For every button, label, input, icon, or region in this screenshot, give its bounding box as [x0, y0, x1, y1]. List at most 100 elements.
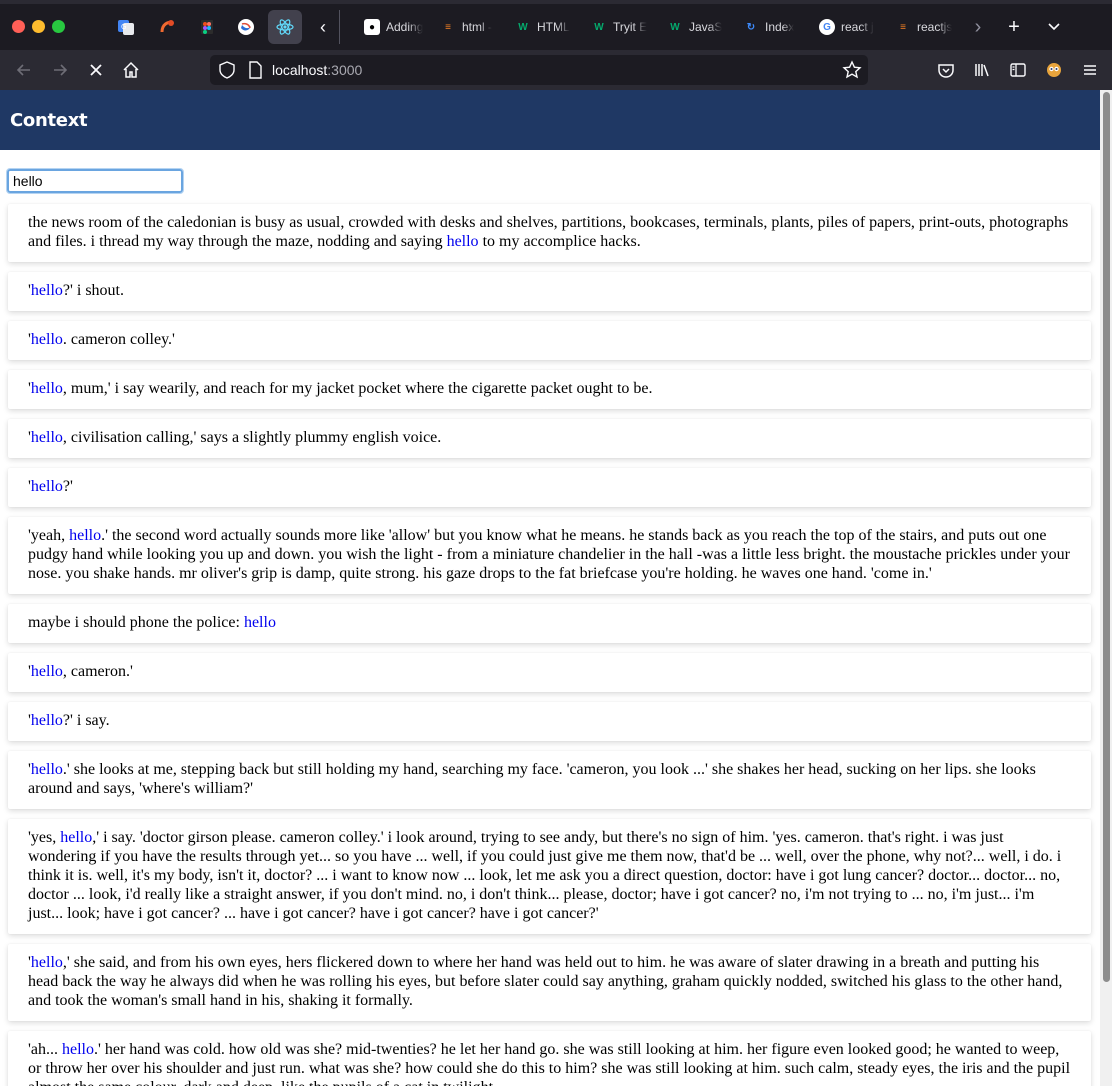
home-button[interactable] — [117, 56, 145, 84]
page-icon[interactable] — [246, 61, 264, 79]
sidebar-button[interactable] — [1004, 56, 1032, 84]
browser-tab-strip: G ‹ ● Adding ≡ html - W HTML W Tryit E W… — [0, 0, 1112, 50]
stackoverflow-icon: ≡ — [900, 21, 906, 33]
url-text[interactable]: localhost:3000 — [272, 62, 362, 78]
tab-label: Tryit E — [613, 20, 648, 34]
library-button[interactable] — [968, 56, 996, 84]
url-host: localhost — [272, 62, 328, 78]
scrollbar-thumb[interactable] — [1103, 92, 1110, 982]
tab-label: html - — [462, 20, 492, 34]
star-icon[interactable] — [842, 60, 862, 80]
tab-label: react j — [841, 20, 874, 34]
forward-button[interactable] — [46, 56, 74, 84]
result-match-highlight: hello — [30, 478, 63, 495]
extension-button[interactable] — [1040, 56, 1068, 84]
chevron-right-icon: › — [974, 15, 982, 38]
home-icon — [123, 61, 139, 78]
plus-icon: + — [1008, 15, 1020, 38]
window-zoom-button[interactable] — [52, 20, 65, 33]
page-viewport: Context the news room of the caledonian … — [0, 90, 1112, 1086]
stackoverflow-icon: ≡ — [445, 21, 451, 33]
result-card: 'ah... hello.' her hand was cold. how ol… — [8, 1031, 1091, 1086]
tab-label: Index — [765, 20, 795, 34]
result-text: .' she looks at me, stepping back but st… — [28, 761, 1036, 797]
pocket-icon — [938, 64, 954, 78]
pocket-button[interactable] — [932, 56, 960, 84]
tab-medium[interactable]: ● Adding — [364, 10, 434, 44]
google-translate-icon: G — [118, 20, 134, 35]
result-match-highlight: hello — [243, 614, 276, 631]
app-menu-button[interactable] — [1076, 56, 1104, 84]
tab-w3schools-tryit[interactable]: W Tryit E — [591, 10, 661, 44]
page-scrollbar[interactable] — [1100, 90, 1112, 1086]
figma-icon — [201, 20, 213, 34]
address-bar[interactable]: localhost:3000 — [210, 55, 868, 85]
chevron-left-icon: ‹ — [320, 16, 326, 37]
svg-text:G: G — [121, 23, 126, 31]
tab-stackoverflow-html[interactable]: ≡ html - — [440, 10, 510, 44]
tab-label: JavaS — [689, 20, 723, 34]
result-card: 'hello, civilisation calling,' says a sl… — [8, 419, 1091, 458]
pinned-tab-figma[interactable] — [190, 10, 224, 44]
browser-toolbar: localhost:3000 — [0, 50, 1112, 90]
result-match-highlight: hello — [61, 1041, 94, 1058]
tab-google-react[interactable]: G react j — [819, 10, 889, 44]
list-all-tabs-button[interactable] — [1041, 14, 1067, 40]
result-match-highlight: hello — [30, 663, 63, 680]
app-header: Context — [0, 90, 1100, 150]
result-text: , cameron.' — [62, 663, 133, 680]
result-text: ?' i say. — [62, 712, 110, 729]
close-icon — [90, 64, 102, 76]
result-match-highlight: hello — [30, 954, 63, 971]
result-match-highlight: hello — [30, 331, 63, 348]
window-minimize-button[interactable] — [32, 20, 45, 33]
new-tab-button[interactable]: + — [1001, 14, 1027, 40]
result-text: 'ah... — [28, 1041, 62, 1058]
result-match-highlight: hello — [60, 829, 93, 846]
pinned-tab-react[interactable] — [268, 10, 302, 44]
result-card: 'yeah, hello.' the second word actually … — [8, 517, 1091, 594]
tab-w3schools-html[interactable]: W HTML — [515, 10, 585, 44]
app-title: Context — [10, 109, 88, 131]
result-match-highlight: hello — [30, 380, 63, 397]
chevron-down-icon — [1048, 23, 1060, 31]
arrow-left-icon — [16, 64, 30, 76]
result-card: maybe i should phone the police: hello — [8, 604, 1091, 643]
result-card: 'hello, mum,' i say wearily, and reach f… — [8, 370, 1091, 409]
window-close-button[interactable] — [12, 20, 25, 33]
pinned-tab-translate[interactable]: G — [109, 10, 143, 44]
swift-icon — [238, 19, 254, 35]
w3schools-icon: W — [670, 21, 680, 33]
google-icon: G — [819, 19, 835, 35]
shield-icon[interactable] — [218, 61, 236, 79]
result-text: .' the second word actually sounds more … — [28, 527, 1070, 582]
tab-label: Adding — [386, 20, 424, 34]
result-match-highlight: hello — [30, 282, 63, 299]
pinned-tab-swift[interactable] — [229, 10, 263, 44]
result-text: ,' i say. 'doctor girson please. cameron… — [28, 829, 1062, 922]
w3schools-icon: W — [594, 21, 604, 33]
result-match-highlight: hello — [69, 527, 102, 544]
arrow-right-icon — [54, 64, 68, 76]
search-input[interactable] — [6, 168, 184, 194]
scroll-tabs-right-button[interactable]: › — [965, 14, 991, 40]
scroll-tabs-left-button[interactable]: ‹ — [312, 14, 334, 40]
result-card: 'hello, cameron.' — [8, 653, 1091, 692]
tab-index[interactable]: ↻ Index — [743, 10, 813, 44]
tab-separator — [339, 10, 340, 44]
result-card: 'hello. cameron colley.' — [8, 321, 1091, 360]
pinned-tab-stackshare[interactable] — [150, 10, 184, 44]
result-text: , mum,' i say wearily, and reach for my … — [62, 380, 653, 397]
result-text: ?' i shout. — [62, 282, 124, 299]
back-button[interactable] — [10, 56, 38, 84]
tab-label: HTML — [537, 20, 570, 34]
stackshare-icon — [160, 20, 174, 33]
result-text: ,' she said, and from his own eyes, hers… — [28, 954, 1063, 1009]
hamburger-menu-icon — [1084, 65, 1096, 75]
tab-stackoverflow-reactjs[interactable]: ≡ reactjs — [895, 10, 965, 44]
result-card: 'hello?' i say. — [8, 702, 1091, 741]
result-match-highlight: hello — [30, 429, 63, 446]
tab-w3schools-javascript[interactable]: W JavaS — [667, 10, 737, 44]
stop-loading-button[interactable] — [82, 56, 110, 84]
url-port: :3000 — [327, 62, 363, 78]
